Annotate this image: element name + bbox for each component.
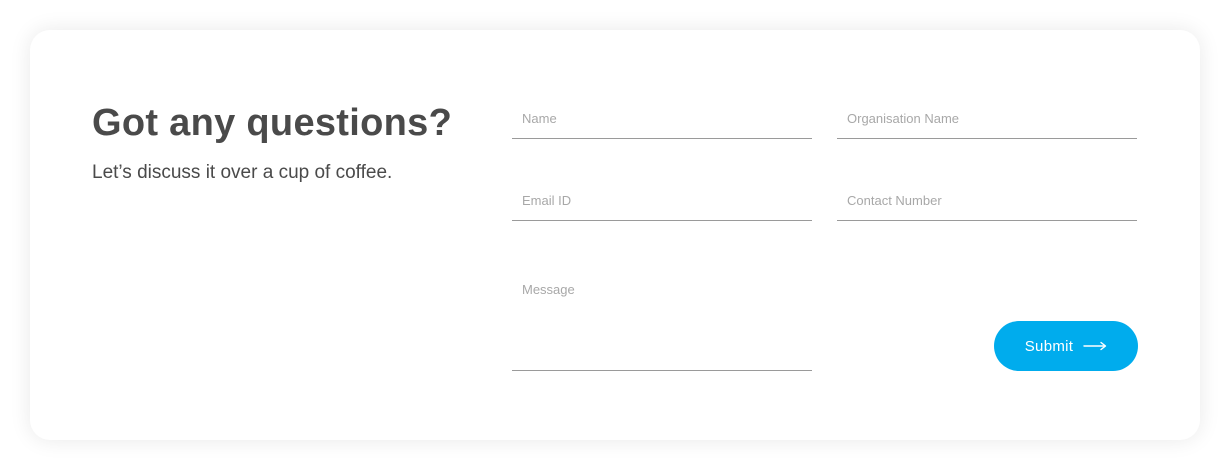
page-subtitle: Let’s discuss it over a cup of coffee. xyxy=(92,162,393,183)
email-input[interactable] xyxy=(512,182,812,220)
contact-field xyxy=(837,182,1137,221)
message-field xyxy=(512,270,812,371)
email-field xyxy=(512,182,812,221)
message-input[interactable] xyxy=(512,270,812,370)
intro-section: Got any questions? Let’s discuss it over… xyxy=(92,100,482,186)
name-input[interactable] xyxy=(512,100,812,138)
submit-button-label: Submit xyxy=(1024,337,1074,355)
submit-button[interactable]: Submit xyxy=(994,321,1138,371)
name-field xyxy=(512,100,812,139)
organisation-input[interactable] xyxy=(837,100,1137,138)
contact-card: Got any questions? Let’s discuss it over… xyxy=(30,30,1200,440)
organisation-field xyxy=(837,100,1137,139)
page-title: Got any questions? xyxy=(92,102,453,144)
long-arrow-right-icon xyxy=(1083,341,1107,351)
contact-number-input[interactable] xyxy=(837,182,1137,220)
